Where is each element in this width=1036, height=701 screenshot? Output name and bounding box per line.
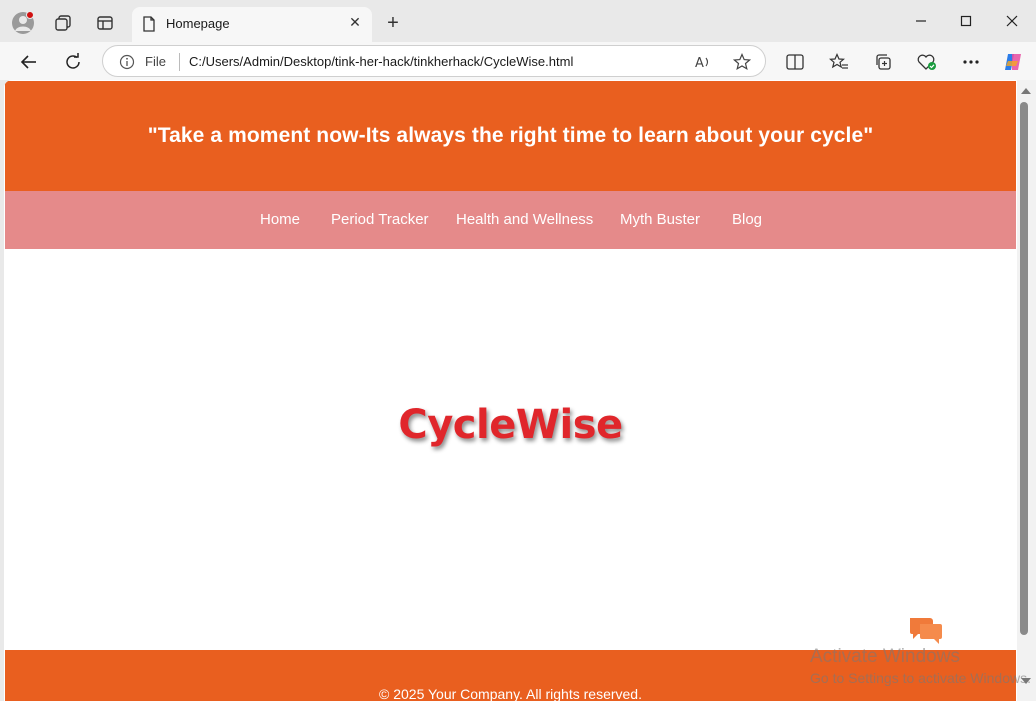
brand-title: CycleWise	[398, 402, 623, 448]
scrollbar-thumb[interactable]	[1020, 102, 1028, 635]
more-menu-icon[interactable]	[956, 47, 986, 77]
nav-link-period-tracker[interactable]: Period Tracker	[331, 211, 429, 228]
back-icon[interactable]	[15, 48, 43, 76]
browser-toolbar: File C:/Users/Admin/Desktop/tink-her-hac…	[0, 42, 1036, 80]
nav-link-home[interactable]: Home	[260, 211, 300, 228]
url-text[interactable]: C:/Users/Admin/Desktop/tink-her-hack/tin…	[189, 54, 573, 69]
page-icon	[142, 16, 156, 37]
info-icon[interactable]	[119, 54, 135, 75]
tab-homepage[interactable]: Homepage ✕	[132, 7, 372, 42]
read-aloud-icon[interactable]: A	[694, 53, 712, 76]
address-bar[interactable]: File C:/Users/Admin/Desktop/tink-her-hac…	[102, 45, 766, 77]
minimize-icon[interactable]	[904, 8, 938, 34]
page-viewport: "Take a moment now-Its always the right …	[4, 80, 1017, 701]
maximize-icon[interactable]	[949, 8, 983, 34]
vertical-scrollbar[interactable]	[1017, 80, 1036, 701]
favorites-icon[interactable]	[824, 47, 854, 77]
profile-avatar-icon[interactable]	[9, 9, 37, 37]
nav-link-health-and-wellness[interactable]: Health and Wellness	[456, 211, 593, 228]
favorite-star-icon[interactable]	[732, 52, 752, 76]
watermark-subtitle: Go to Settings to activate Windows.	[810, 670, 1031, 686]
footer-copyright: © 2025 Your Company. All rights reserved…	[379, 686, 642, 701]
copilot-icon[interactable]	[998, 47, 1028, 77]
tab-title: Homepage	[166, 16, 230, 31]
nav-link-myth-buster[interactable]: Myth Buster	[620, 211, 700, 228]
collections-icon[interactable]	[868, 47, 898, 77]
address-divider	[179, 53, 180, 71]
site-navbar: Home Period Tracker Health and Wellness …	[5, 191, 1016, 249]
refresh-icon[interactable]	[59, 48, 87, 76]
browser-tab-strip: Homepage ✕ +	[0, 0, 1036, 42]
split-screen-icon[interactable]	[780, 47, 810, 77]
nav-link-blog[interactable]: Blog	[732, 211, 762, 228]
svg-text:A: A	[695, 56, 704, 71]
scroll-up-arrow-icon[interactable]	[1021, 88, 1031, 94]
workspaces-icon[interactable]	[49, 9, 77, 37]
watermark-title: Activate Windows	[810, 646, 960, 667]
new-tab-button[interactable]: +	[381, 11, 405, 35]
chat-bubble-icon[interactable]	[908, 616, 944, 646]
hero-quote: "Take a moment now-Its always the right …	[147, 124, 874, 147]
browser-essentials-icon[interactable]	[912, 47, 942, 77]
close-tab-icon[interactable]: ✕	[346, 13, 364, 31]
scheme-label: File	[145, 54, 166, 69]
vertical-tabs-icon[interactable]	[91, 9, 119, 37]
hero-banner: "Take a moment now-Its always the right …	[5, 81, 1016, 191]
close-window-icon[interactable]	[995, 8, 1029, 34]
